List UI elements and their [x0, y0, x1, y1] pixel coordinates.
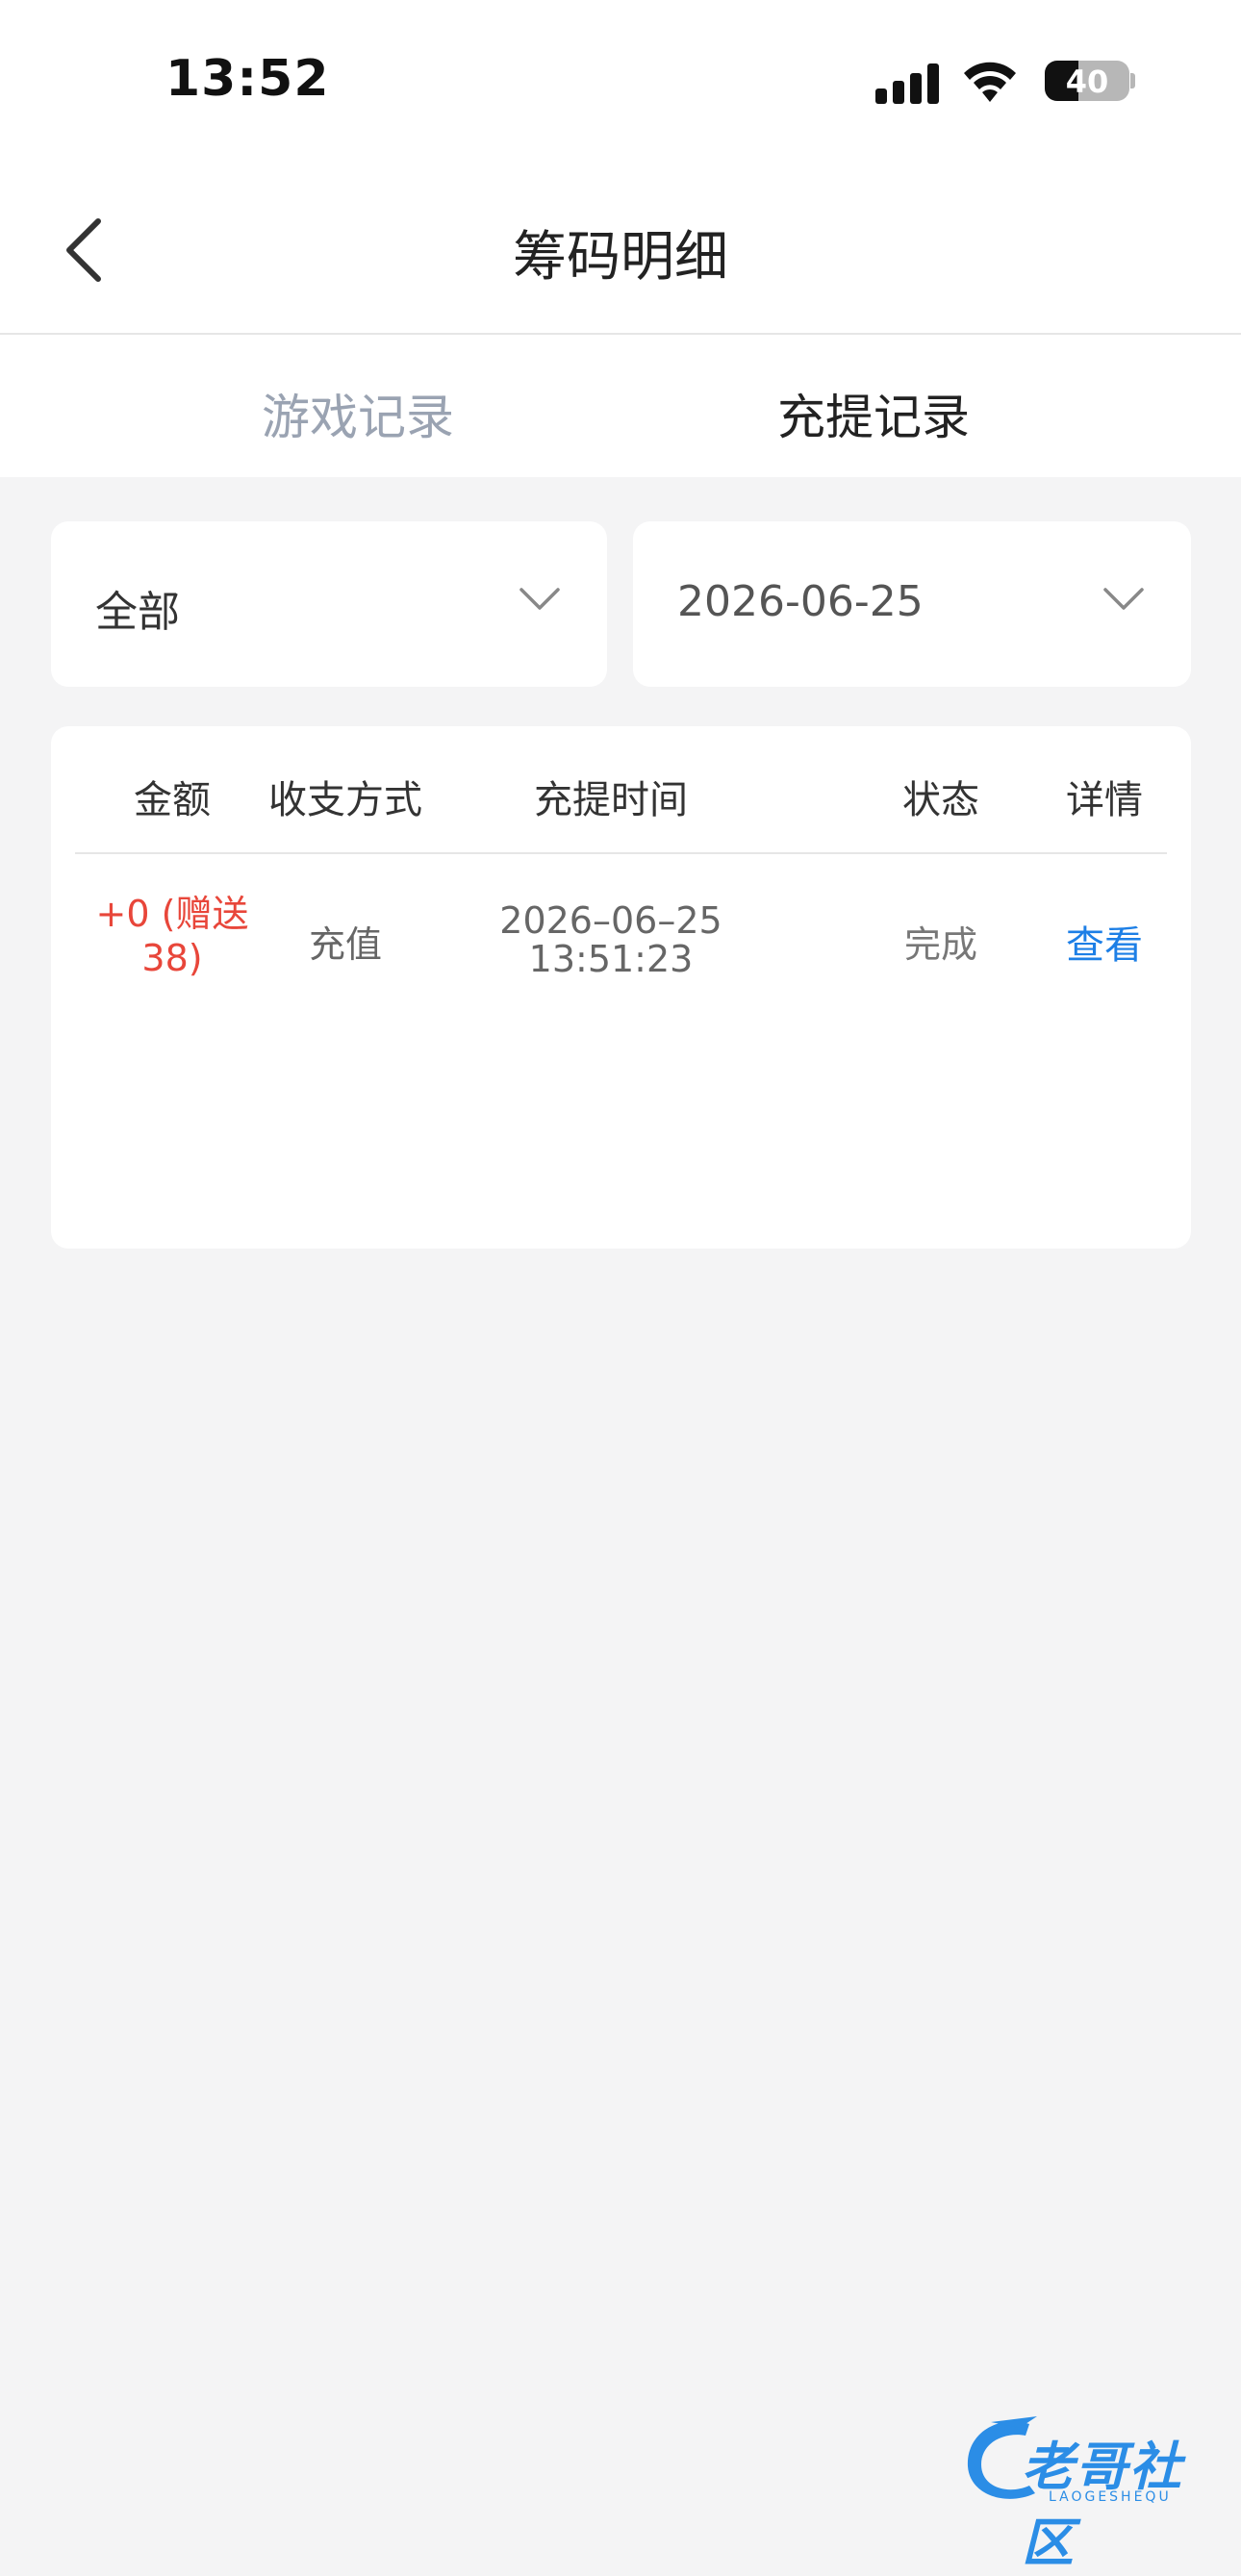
row-amount: +0 (赠送 38) — [95, 893, 249, 979]
tab-recharge-records[interactable]: 充提记录 — [777, 379, 970, 448]
date-filter-value: 2026-06-25 — [677, 577, 924, 626]
row-time: 2026–06–25 13:51:23 — [499, 899, 722, 980]
type-filter-value: 全部 — [95, 588, 180, 637]
header-method: 收支方式 — [268, 778, 422, 822]
chevron-down-icon — [519, 588, 560, 610]
table-header-divider — [75, 852, 1167, 854]
header-detail: 详情 — [1066, 778, 1143, 822]
status-time: 13:52 — [165, 50, 330, 108]
type-filter-dropdown[interactable]: 全部 — [51, 521, 607, 687]
tab-bar: 游戏记录 充提记录 — [0, 335, 1241, 477]
header-status: 状态 — [902, 778, 979, 822]
row-method: 充值 — [308, 923, 382, 966]
battery-icon: 40 — [1045, 61, 1129, 101]
navigation-bar: 筹码明细 — [0, 164, 1241, 335]
watermark-logo: 老哥社区 LAOGESHEQU — [962, 2412, 1229, 2573]
date-filter-dropdown[interactable]: 2026-06-25 — [633, 521, 1191, 687]
signal-icon — [875, 58, 943, 106]
tab-game-records[interactable]: 游戏记录 — [262, 379, 454, 448]
chevron-down-icon — [1103, 588, 1144, 610]
header-time: 充提时间 — [534, 778, 688, 822]
view-detail-link[interactable]: 查看 — [1047, 914, 1162, 970]
page-title: 筹码明细 — [513, 226, 728, 289]
header-amount: 金额 — [134, 778, 211, 822]
row-status: 完成 — [903, 923, 977, 966]
watermark-subtext: LAOGESHEQU — [1049, 2489, 1172, 2505]
wifi-icon — [964, 62, 1016, 102]
status-icons: 40 — [875, 58, 1135, 106]
records-table: 金额 收支方式 充提时间 状态 详情 +0 (赠送 38) 充值 2026–06… — [51, 726, 1191, 1249]
battery-cap — [1130, 73, 1135, 88]
battery-level: 40 — [1065, 63, 1109, 100]
